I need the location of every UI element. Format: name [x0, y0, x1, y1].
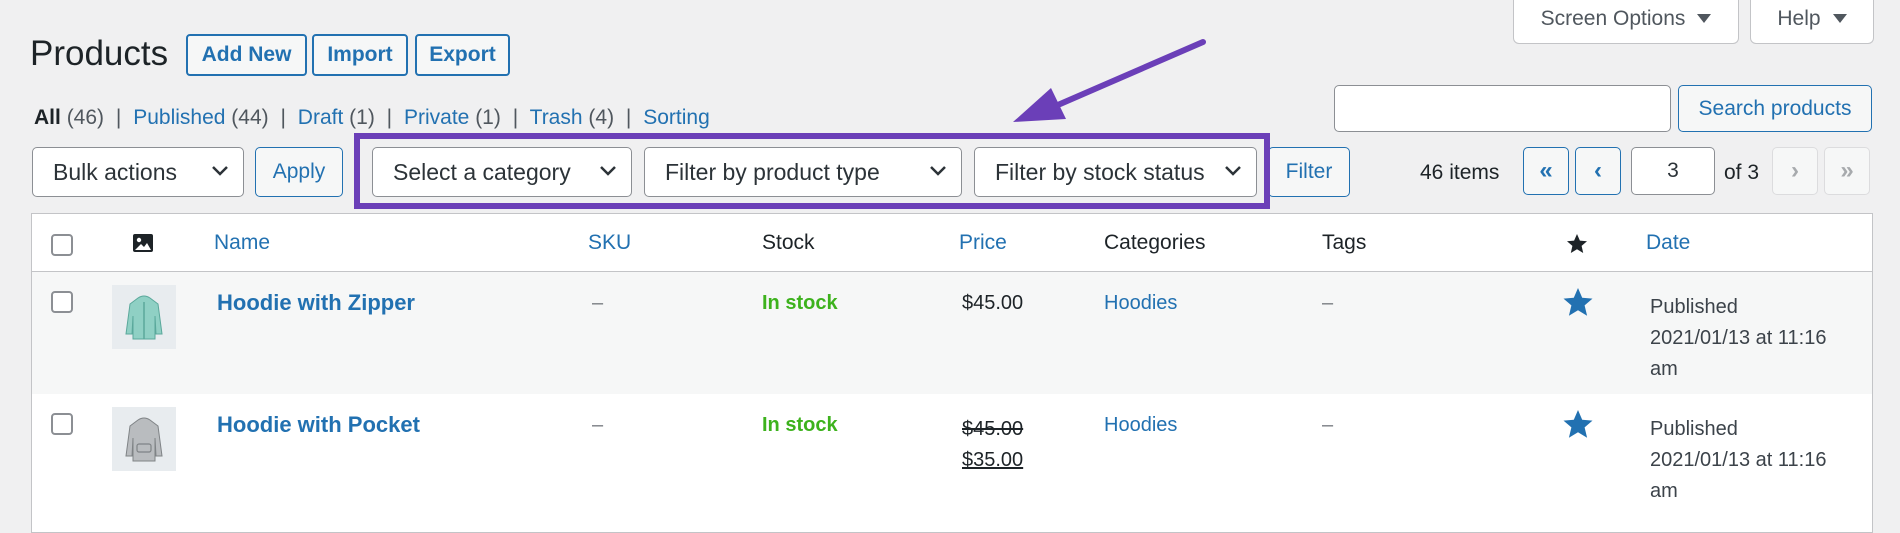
- last-page-button[interactable]: »: [1824, 147, 1870, 195]
- sku-value: –: [592, 292, 604, 314]
- screen-options-label: Screen Options: [1540, 6, 1686, 30]
- product-thumbnail[interactable]: [112, 407, 176, 471]
- row-checkbox[interactable]: [51, 413, 73, 435]
- column-name[interactable]: Name: [214, 231, 270, 255]
- product-name-link[interactable]: Hoodie with Pocket: [217, 412, 420, 438]
- view-published[interactable]: Published (44): [133, 106, 268, 129]
- highlight-box: [354, 133, 1270, 209]
- view-separator: |: [625, 106, 632, 129]
- subsubsub-views: All (46) | Published (44) | Draft (1) | …: [34, 106, 710, 130]
- import-button[interactable]: Import: [312, 34, 408, 76]
- view-all[interactable]: All (46): [34, 106, 104, 129]
- date-published: Published 2021/01/13 at 11:16 am: [1650, 414, 1826, 507]
- filter-button[interactable]: Filter: [1268, 147, 1350, 197]
- first-page-button[interactable]: «: [1523, 147, 1569, 195]
- sku-value: –: [592, 414, 604, 436]
- page-title: Products: [30, 34, 169, 73]
- category-link[interactable]: Hoodies: [1104, 414, 1177, 437]
- view-draft[interactable]: Draft (1): [298, 106, 375, 129]
- column-date[interactable]: Date: [1646, 231, 1690, 255]
- featured-star-icon[interactable]: [1562, 287, 1594, 317]
- add-new-button[interactable]: Add New: [186, 34, 307, 76]
- date-line-2: am: [1650, 358, 1678, 380]
- hoodie-image-icon: [125, 295, 163, 340]
- sale-price: $35.00: [962, 449, 1024, 471]
- column-categories: Categories: [1104, 231, 1206, 254]
- current-page-input[interactable]: [1631, 147, 1715, 195]
- products-table: Name SKU Stock Price Categories Tags Dat…: [31, 213, 1873, 533]
- total-pages: of 3: [1724, 161, 1760, 184]
- stock-status: In stock: [762, 292, 838, 314]
- date-line-1: 2021/01/13 at 11:16: [1650, 327, 1827, 349]
- date-line-2: am: [1650, 480, 1678, 502]
- price-value: $45.00 $35.00: [962, 414, 1023, 476]
- view-separator: |: [512, 106, 519, 129]
- select-all-checkbox[interactable]: [51, 234, 73, 256]
- view-separator: |: [386, 106, 393, 129]
- table-row: Hoodie with Zipper – In stock $45.00 Hoo…: [32, 272, 1872, 394]
- category-link[interactable]: Hoodies: [1104, 292, 1177, 315]
- date-line-1: 2021/01/13 at 11:16: [1650, 449, 1827, 471]
- date-status: Published: [1650, 418, 1738, 440]
- tags-value: –: [1322, 414, 1334, 436]
- tags-value: –: [1322, 292, 1334, 314]
- help-button[interactable]: Help: [1750, 0, 1874, 44]
- export-button[interactable]: Export: [415, 34, 510, 76]
- screen-options-button[interactable]: Screen Options: [1513, 0, 1739, 44]
- view-separator: |: [280, 106, 286, 129]
- column-price[interactable]: Price: [959, 231, 1007, 255]
- view-private[interactable]: Private (1): [404, 106, 501, 129]
- table-header: Name SKU Stock Price Categories Tags Dat…: [32, 214, 1872, 272]
- search-products-button[interactable]: Search products: [1678, 85, 1872, 132]
- hoodie-image-icon: [125, 417, 163, 462]
- annotation-arrow-icon: [1013, 39, 1206, 122]
- featured-star-icon[interactable]: [1566, 233, 1588, 254]
- apply-button[interactable]: Apply: [255, 147, 343, 197]
- bulk-actions-select[interactable]: Bulk actions: [32, 147, 244, 197]
- product-thumbnail[interactable]: [112, 285, 176, 349]
- view-sorting[interactable]: Sorting: [643, 106, 710, 129]
- price-value: $45.00: [962, 292, 1024, 314]
- bulk-actions-value: Bulk actions: [53, 158, 178, 185]
- chevron-down-icon: [212, 166, 228, 176]
- search-input[interactable]: [1334, 85, 1671, 132]
- caret-down-icon: [1697, 13, 1712, 23]
- help-label: Help: [1777, 6, 1821, 30]
- date-published: Published 2021/01/13 at 11:16 am: [1650, 292, 1826, 385]
- column-tags: Tags: [1322, 231, 1367, 254]
- next-page-button[interactable]: ›: [1772, 147, 1818, 195]
- column-sku[interactable]: SKU: [588, 231, 631, 255]
- column-stock: Stock: [762, 231, 815, 254]
- table-row: Hoodie with Pocket – In stock $45.00 $35…: [32, 394, 1872, 532]
- product-name-link[interactable]: Hoodie with Zipper: [217, 290, 415, 316]
- caret-down-icon: [1832, 13, 1847, 23]
- date-status: Published: [1650, 296, 1738, 318]
- stock-status: In stock: [762, 414, 838, 436]
- row-checkbox[interactable]: [51, 291, 73, 313]
- view-trash[interactable]: Trash (4): [530, 106, 614, 129]
- view-separator: |: [115, 106, 122, 129]
- items-count: 46 items: [1420, 161, 1500, 184]
- regular-price: $45.00: [962, 418, 1024, 440]
- featured-star-icon[interactable]: [1562, 409, 1594, 439]
- image-icon: [133, 234, 153, 252]
- prev-page-button[interactable]: ‹: [1575, 147, 1621, 195]
